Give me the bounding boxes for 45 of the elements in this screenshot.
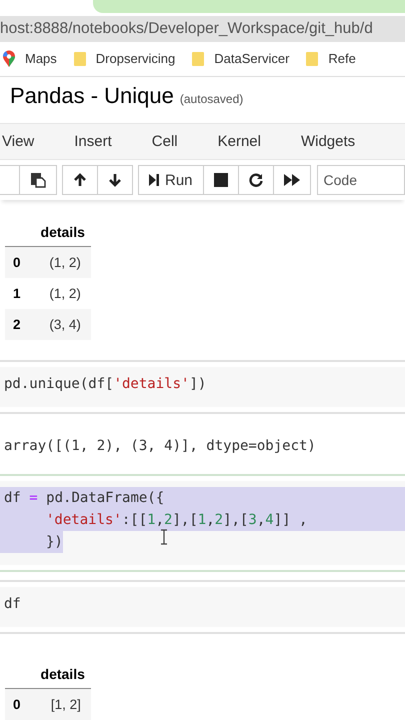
stop-button[interactable] bbox=[202, 165, 239, 196]
row-index: 0 bbox=[5, 246, 31, 278]
fast-forward-icon bbox=[284, 174, 300, 186]
menu-item[interactable]: Widgets bbox=[300, 133, 356, 150]
save-status: (autosaved) bbox=[180, 92, 244, 106]
run-button[interactable]: Run bbox=[138, 165, 204, 196]
text-cursor-icon bbox=[160, 528, 168, 545]
address-bar[interactable]: host:8888/notebooks/Developer_Workspace/git_hub/d bbox=[0, 16, 405, 42]
table-cell: [1, 2] bbox=[30, 688, 91, 720]
table-cell: (1, 2) bbox=[30, 278, 91, 309]
cell-output: array([(1, 2), (3, 4)], dtype=object) bbox=[3, 436, 317, 456]
row-index: 2 bbox=[5, 308, 31, 340]
table-cell: (3, 4) bbox=[30, 308, 91, 340]
notebook-title[interactable]: Pandas - Unique bbox=[10, 83, 174, 110]
menu-item[interactable]: View bbox=[2, 133, 34, 150]
fast-forward-button[interactable] bbox=[272, 165, 311, 196]
column-header: details bbox=[30, 218, 91, 246]
row-index: 0 bbox=[5, 688, 31, 720]
menu-item[interactable]: Kernel bbox=[218, 133, 261, 150]
move-up-button[interactable] bbox=[62, 165, 98, 196]
paste-icon bbox=[30, 172, 46, 188]
paste-button[interactable] bbox=[19, 165, 57, 196]
code-line: df bbox=[3, 594, 21, 614]
arrow-down-icon bbox=[108, 173, 122, 188]
bookmark[interactable]: Maps bbox=[2, 50, 57, 68]
bookmark[interactable]: Refe bbox=[305, 50, 356, 67]
menu-item[interactable]: Cell bbox=[152, 133, 178, 150]
bookmark[interactable]: DataServicer bbox=[191, 50, 290, 67]
arrow-up-icon bbox=[73, 173, 87, 188]
stop-icon bbox=[214, 173, 228, 188]
folder-icon bbox=[305, 50, 320, 67]
folder-icon bbox=[72, 50, 87, 67]
column-header: details bbox=[30, 660, 91, 688]
menu-item[interactable]: Insert bbox=[74, 133, 112, 150]
bookmark[interactable]: Dropservicing bbox=[72, 50, 176, 67]
restart-icon bbox=[248, 173, 263, 188]
move-down-button[interactable] bbox=[97, 165, 133, 196]
map-pin-icon bbox=[2, 50, 16, 68]
cell-type-dropdown[interactable]: Code bbox=[316, 165, 405, 196]
step-forward-icon bbox=[149, 174, 159, 186]
folder-icon bbox=[191, 50, 206, 67]
code-line: pd.unique(df['details']) bbox=[3, 374, 206, 394]
restart-button[interactable] bbox=[238, 165, 274, 196]
row-index: 1 bbox=[5, 278, 31, 309]
table-cell: (1, 2) bbox=[30, 246, 91, 278]
